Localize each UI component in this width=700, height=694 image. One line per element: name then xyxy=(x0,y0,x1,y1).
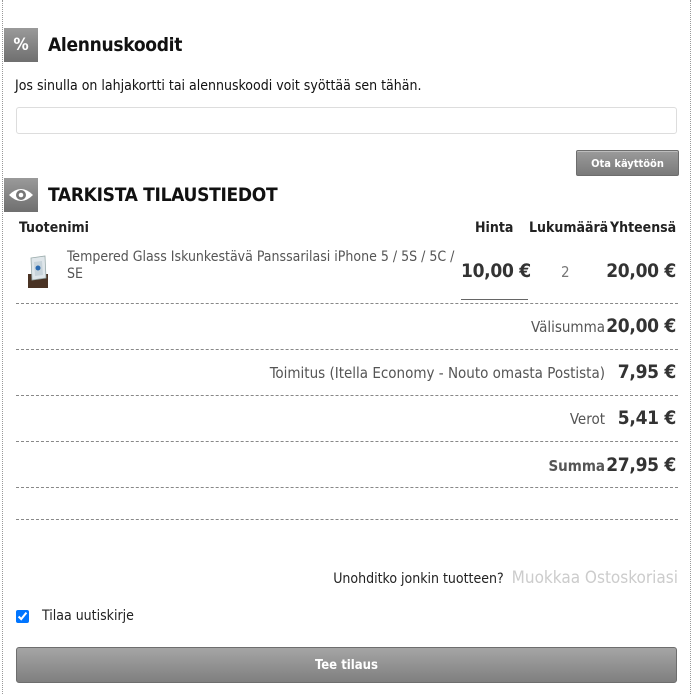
percent-icon: % xyxy=(4,28,38,62)
forgot-product-text: Unohditko jonkin tuotteen? xyxy=(333,571,504,587)
shipping-value: 7,95 € xyxy=(617,361,677,383)
review-title: TARKISTA TILAUSTIEDOT xyxy=(48,184,278,206)
sum-value: 27,95 € xyxy=(606,454,676,476)
column-quantity: Lukumäärä xyxy=(529,220,609,236)
product-price: 10,00 € xyxy=(461,260,531,282)
review-header: TARKISTA TILAUSTIEDOT xyxy=(4,178,278,212)
sum-label: Summa xyxy=(548,457,605,475)
product-thumbnail[interactable] xyxy=(24,254,52,290)
divider xyxy=(16,395,678,396)
divider xyxy=(16,303,678,304)
divider xyxy=(16,349,678,350)
place-order-button[interactable]: Tee tilaus xyxy=(16,647,677,683)
subtotal-value: 20,00 € xyxy=(606,315,676,337)
divider xyxy=(16,519,678,520)
checkout-panel xyxy=(2,0,691,694)
subtotal-label: Välisumma xyxy=(531,318,605,336)
shipping-label: Toimitus (Itella Economy - Nouto omasta … xyxy=(269,364,605,382)
forgot-product-row: Unohditko jonkin tuotteen? Muokkaa Ostos… xyxy=(333,568,678,588)
discount-code-input[interactable] xyxy=(16,107,677,134)
price-underline xyxy=(461,299,528,300)
newsletter-label: Tilaa uutiskirje xyxy=(42,608,134,624)
column-total: Yhteensä xyxy=(610,220,677,236)
newsletter-option[interactable]: Tilaa uutiskirje xyxy=(16,608,134,624)
discount-description: Jos sinulla on lahjakortti tai alennusko… xyxy=(15,78,422,94)
divider xyxy=(16,441,678,442)
tax-label: Verot xyxy=(569,410,605,428)
product-quantity: 2 xyxy=(561,263,570,281)
discount-header: % Alennuskoodit xyxy=(4,28,182,62)
divider xyxy=(16,487,678,488)
tax-value: 5,41 € xyxy=(617,407,677,429)
eye-icon xyxy=(4,178,38,212)
product-name: Tempered Glass Iskunkestävä Panssarilasi… xyxy=(67,249,455,282)
apply-discount-button[interactable]: Ota käyttöön xyxy=(576,150,679,176)
column-product: Tuotenimi xyxy=(19,220,89,236)
discount-title: Alennuskoodit xyxy=(48,34,183,56)
edit-cart-link[interactable]: Muokkaa Ostoskoriasi xyxy=(512,568,678,588)
product-total: 20,00 € xyxy=(606,260,676,282)
newsletter-checkbox[interactable] xyxy=(16,609,29,623)
column-price: Hinta xyxy=(475,220,514,236)
